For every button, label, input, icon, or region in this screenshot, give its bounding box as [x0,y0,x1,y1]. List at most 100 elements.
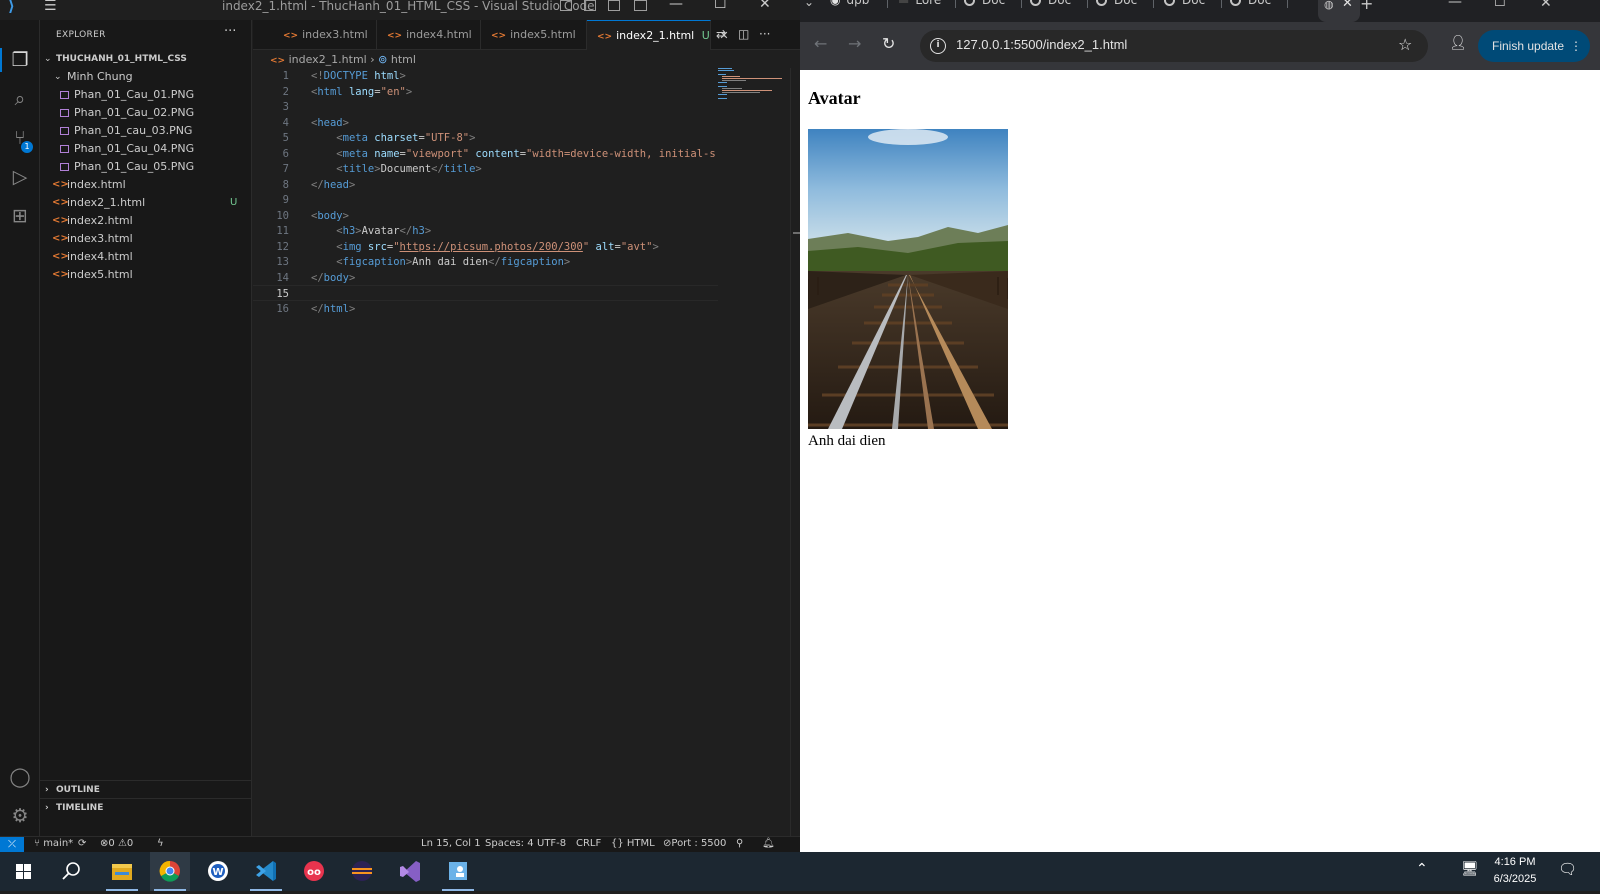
code-line[interactable]: 3 [253,99,718,115]
split-editor-icon[interactable]: ◫ [738,27,749,41]
tree-file-png[interactable]: Phan_01_Cau_05.PNG [40,158,251,176]
taskbar-eclipse[interactable] [342,852,382,891]
tab-index2-1[interactable]: <> index2_1.html U ✕ [587,20,729,50]
breadcrumb-file[interactable]: index2_1.html [289,53,367,66]
tree-file-png[interactable]: Phan_01_Cau_04.PNG [40,140,251,158]
hamburger-menu-icon[interactable]: ☰ [44,0,57,14]
tree-file-png[interactable]: Phan_01_Cau_01.PNG [40,86,251,104]
code-line[interactable]: 11 <h3>Avatar</h3> [253,223,718,239]
manage-gear-icon[interactable]: ⚙ [8,804,32,828]
explorer-icon[interactable]: ❐ [8,48,32,72]
outline-section[interactable]: › OUTLINE [40,780,251,798]
timeline-section[interactable]: › TIMELINE [40,798,251,816]
toggle-secondary-sidebar-icon[interactable] [608,0,620,11]
close-tab-icon[interactable]: ✕ [1342,0,1353,11]
code-line[interactable]: 4 <head> [253,115,718,131]
live-server-status[interactable]: ⊘Port : 5500 [663,838,726,849]
reload-icon[interactable]: ↻ [882,34,895,53]
tree-root-folder[interactable]: ⌄ THUCHANH_01_HTML_CSS [40,50,251,68]
finish-update-button[interactable]: Finish update ⋮ [1478,30,1590,62]
taskbar-chrome[interactable] [150,852,190,891]
tree-file-png[interactable]: Phan_01_Cau_02.PNG [40,104,251,122]
accounts-icon[interactable]: ◯ [8,765,32,789]
tree-file-png[interactable]: Phan_01_cau_03.PNG [40,122,251,140]
code-line[interactable]: 16 </html> [253,301,718,317]
taskbar-app-w[interactable]: W [198,852,238,891]
code-line[interactable]: 12 <img src="https://picsum.photos/200/3… [253,239,718,255]
tree-file-html[interactable]: <> index.html [40,176,251,194]
clock-time[interactable]: 4:16 PM [1480,856,1550,868]
active-tab[interactable]: ◍ ✕ [1318,0,1360,22]
more-actions-icon[interactable]: ··· [224,24,236,39]
remote-indicator-icon[interactable]: ⤫ [0,837,24,853]
lightning-icon[interactable]: ϟ [157,838,164,849]
accounts-status-icon[interactable]: ⚲ [736,838,743,849]
browser-tab[interactable]: Doc [964,0,1005,15]
indentation-status[interactable]: Spaces: 4 [485,838,534,849]
back-icon[interactable]: ← [814,34,827,53]
toggle-panel-icon[interactable] [584,0,596,11]
profile-icon[interactable]: 👤︎ [1449,35,1469,55]
search-button[interactable] [51,852,91,891]
tab-index3[interactable]: <> index3.html [273,20,377,50]
browser-tab[interactable]: Doc [1096,0,1137,15]
browser-tab[interactable]: Doc [1230,0,1271,15]
code-line[interactable]: 13 <figcaption>Anh dai dien</figcaption> [253,254,718,270]
browser-tab[interactable]: Doc [1164,0,1205,15]
code-line[interactable]: 5 <meta charset="UTF-8"> [253,130,718,146]
code-line[interactable]: 15 [253,285,718,301]
address-bar[interactable]: i 127.0.0.1:5500/index2_1.html ☆ [920,30,1428,62]
browser-tab[interactable]: ◉ dpb [830,0,869,15]
taskbar-app-contacts[interactable] [438,852,478,891]
toggle-sidebar-icon[interactable] [560,0,572,11]
code-editor[interactable]: 1 <!DOCTYPE html> 2 <html lang="en"> 3 4 <head… [253,68,718,836]
notification-center-icon[interactable]: 🗨︎ [1558,860,1577,878]
browser-tab[interactable]: Doc [1030,0,1071,15]
problems-status[interactable]: ⊗0 ⚠0 [100,838,133,849]
tree-file-html[interactable]: <> index2_1.html U [40,194,251,212]
more-actions-icon[interactable]: ··· [759,27,770,41]
maximize-icon[interactable]: ☐ [1494,0,1506,17]
branch-status[interactable]: ⑂ main* [34,838,73,849]
tree-folder-minh-chung[interactable]: ⌄ Minh Chung [40,68,251,86]
code-line[interactable]: 1 <!DOCTYPE html> [253,68,718,84]
tree-file-html[interactable]: <> index5.html [40,266,251,284]
cursor-position[interactable]: Ln 15, Col 1 [421,838,481,849]
site-info-icon[interactable]: i [930,38,946,54]
maximize-icon[interactable]: ☐ [714,0,727,12]
minimize-icon[interactable]: — [669,0,683,12]
code-line[interactable]: 14 </body> [253,270,718,286]
tab-search-chevron-icon[interactable]: ⌄ [804,0,814,17]
minimap[interactable] [718,68,790,108]
tab-index4[interactable]: <> index4.html [377,20,481,50]
code-line[interactable]: 7 <title>Document</title> [253,161,718,177]
customize-layout-icon[interactable] [634,0,647,11]
taskbar-visual-studio[interactable] [390,852,430,891]
code-line[interactable]: 9 [253,192,718,208]
bookmark-star-icon[interactable]: ☆ [1398,35,1412,54]
kebab-menu-icon[interactable]: ⋮ [1570,30,1582,62]
taskbar-vscode[interactable] [246,852,286,891]
tray-overflow-icon[interactable]: ⌃ [1416,861,1428,877]
eol-status[interactable]: CRLF [576,838,601,849]
forward-icon[interactable]: → [848,34,861,53]
language-status[interactable]: {} HTML [611,838,655,849]
minimize-icon[interactable]: — [1448,0,1462,16]
browser-tab[interactable]: ▬ Lore [898,0,941,15]
code-line[interactable]: 6 <meta name="viewport" content="width=d… [253,146,718,162]
tree-file-html[interactable]: <> index2.html [40,212,251,230]
url-text[interactable]: 127.0.0.1:5500/index2_1.html [956,37,1127,52]
start-button[interactable] [3,852,43,891]
tree-file-html[interactable]: <> index3.html [40,230,251,248]
breadcrumb-element[interactable]: html [391,53,416,66]
code-line[interactable]: 8 </head> [253,177,718,193]
close-icon[interactable]: ✕ [759,0,771,12]
new-tab-icon[interactable]: + [1360,0,1373,16]
notifications-icon[interactable]: 🔔︎ [762,838,775,849]
code-line[interactable]: 2 <html lang="en"> [253,84,718,100]
tab-index5[interactable]: <> index5.html [481,20,587,50]
close-window-icon[interactable]: ✕ [1540,0,1552,17]
taskbar-file-explorer[interactable] [102,852,142,891]
extensions-icon[interactable]: ⊞ [8,204,32,228]
taskbar-app-oo[interactable]: oo [294,852,334,891]
